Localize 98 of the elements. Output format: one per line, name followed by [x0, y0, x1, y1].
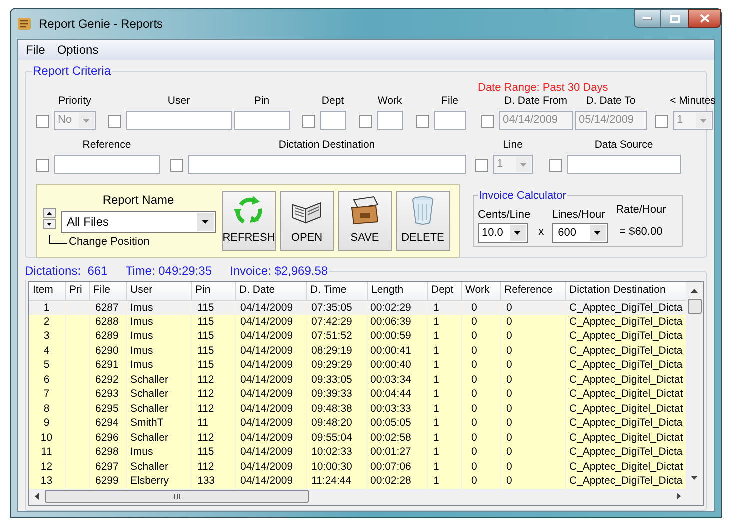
horizontal-scrollbar[interactable] [29, 488, 703, 504]
field-label: Reference [82, 138, 132, 153]
lines-per-hour-dropdown[interactable]: 600 [552, 223, 608, 243]
app-icon [17, 16, 33, 32]
table-row[interactable]: 1 6287 Imus 115 04/14/2009 07:35:05 00:02:29 1 0 0 C_Apptec_DigiTel_Dicta [29, 300, 686, 314]
group-title: Report Criteria [32, 63, 112, 80]
summary-text: Time: 049:29:35 [126, 263, 212, 280]
table-row[interactable]: 13 6299 Elsberry 133 04/14/2009 11:24:44 00:02:28 1 0 0 C_Apptec_DigiTel_Dicta [29, 474, 686, 488]
down-arrow-icon [691, 476, 698, 480]
checkbox[interactable] [36, 158, 49, 172]
checkbox[interactable] [170, 158, 183, 172]
save-button[interactable]: SAVE [338, 190, 392, 250]
table-row[interactable]: 3 6289 Imus 115 04/14/2009 07:51:52 00:00:59 1 0 0 C_Apptec_DigiTel_Dicta [29, 329, 686, 344]
minimize-button[interactable] [634, 9, 661, 28]
close-button[interactable] [688, 9, 721, 28]
maximize-button[interactable] [661, 9, 688, 28]
grip-icon [174, 494, 180, 499]
field-label: Pin [254, 94, 270, 109]
summary-text: Invoice: $2,969.58 [230, 263, 328, 280]
column-header[interactable]: Pri [65, 282, 89, 300]
dept-field[interactable] [320, 110, 346, 130]
close-icon [700, 14, 710, 23]
summary-text: Dictations: 661 [25, 263, 108, 280]
field-label: Priority [58, 94, 92, 109]
table-row[interactable]: 2 6288 Imus 115 04/14/2009 07:42:29 00:06:39 1 0 0 C_Apptec_DigiTel_Dicta [29, 314, 686, 329]
date-range-label: Date Range: Past 30 Days [478, 81, 608, 94]
menu-item[interactable]: File [21, 41, 50, 59]
column-header[interactable]: Pin [191, 282, 235, 300]
maximize-icon [670, 14, 680, 22]
group-title: Invoice Calculator [478, 188, 568, 204]
lines-per-hour-label: Lines/Hour [552, 208, 606, 222]
window-title: Report Genie - Reports [39, 16, 164, 33]
field-label: Line [503, 138, 523, 153]
up-arrow-icon [47, 212, 52, 215]
column-header[interactable]: File [89, 282, 126, 300]
cents-per-line-label: Cents/Line [478, 208, 531, 222]
field-label: Data Source [594, 138, 654, 153]
data-source-field[interactable] [567, 154, 681, 174]
checkbox[interactable] [416, 114, 429, 128]
rate-per-hour-label: Rate/Hour [616, 203, 666, 218]
table-row[interactable]: 4 6290 Imus 115 04/14/2009 08:29:19 00:00:41 1 0 0 C_Apptec_DigiTel_Dicta [29, 344, 686, 358]
table-row[interactable]: 8 6295 Schaller 112 04/14/2009 09:48:38 00:03:33 1 0 0 C_Apptec_Digitel_Dictat [29, 402, 686, 416]
field-label: File [442, 94, 458, 109]
pin-field[interactable] [234, 110, 290, 130]
up-arrow-icon [691, 289, 698, 293]
vertical-scrollbar[interactable] [686, 282, 703, 488]
column-header[interactable]: Dept [427, 282, 461, 300]
field-label: Dictation Destination [278, 138, 376, 153]
column-header[interactable]: Reference [500, 282, 565, 300]
table-row[interactable]: 12 6297 Schaller 112 04/14/2009 10:00:30 00:07:06 1 0 0 C_Apptec_Digitel_Dictat [29, 460, 686, 474]
table-row[interactable]: 5 6291 Imus 115 04/14/2009 09:29:29 00:00:40 1 0 0 C_Apptec_DigiTel_Dicta [29, 358, 686, 372]
left-arrow-icon [35, 493, 39, 500]
right-arrow-icon [677, 493, 681, 500]
reference-field[interactable] [54, 154, 160, 174]
cents-per-line-dropdown[interactable]: 10.0 [478, 223, 528, 243]
checkbox[interactable] [549, 158, 562, 172]
move-down-button[interactable] [43, 219, 56, 230]
field-label: D. Date To [586, 94, 636, 109]
checkbox[interactable] [359, 114, 372, 128]
trash-can-icon [411, 196, 435, 226]
down-arrow-icon [47, 222, 52, 226]
delete-button[interactable]: DELETE [396, 190, 450, 250]
connector-line [49, 234, 67, 244]
table-row[interactable]: 10 6296 Schaller 112 04/14/2009 09:55:04 00:02:58 1 0 0 C_Apptec_Digitel_Dictat [29, 430, 686, 445]
checkbox[interactable] [302, 114, 315, 128]
rate-per-hour-value: = $60.00 [620, 224, 663, 240]
column-header[interactable]: Length [367, 282, 427, 300]
open-button[interactable]: OPEN [280, 190, 334, 250]
change-position-label: Change Position [69, 234, 150, 250]
table-row[interactable]: 7 6293 Schaller 112 04/14/2009 09:39:33 00:04:44 1 0 0 C_Apptec_Digitel_Dictat [29, 387, 686, 402]
refresh-button[interactable]: REFRESH [222, 190, 276, 250]
minimize-icon [643, 17, 652, 20]
scroll-thumb[interactable] [45, 490, 309, 503]
field-label: Dept [322, 94, 344, 109]
table-row[interactable]: 6 6292 Schaller 112 04/14/2009 09:33:05 00:03:34 1 0 0 C_Apptec_Digitel_Dictat [29, 372, 686, 387]
table-row[interactable]: 11 6298 Imus 115 04/14/2009 10:02:33 00:01:27 1 0 0 C_Apptec_DigiTel_Dicta [29, 445, 686, 460]
column-header[interactable]: Dictation Destination [565, 282, 686, 300]
file-field[interactable] [434, 110, 466, 130]
column-header[interactable]: D. Time [306, 282, 367, 300]
report-name-dropdown[interactable]: All Files [61, 210, 216, 233]
work-field[interactable] [377, 110, 403, 130]
field-label: User [168, 94, 190, 109]
scroll-thumb[interactable] [688, 299, 702, 314]
field-label: Work [378, 94, 402, 109]
column-header[interactable]: D. Date [235, 282, 306, 300]
menu-item[interactable]: Options [52, 41, 104, 59]
column-header[interactable]: Item [29, 282, 65, 300]
column-header[interactable]: User [126, 282, 191, 300]
field-label: < Minutes [670, 94, 716, 109]
user-field[interactable] [126, 110, 232, 130]
column-header[interactable]: Work [461, 282, 500, 300]
move-up-button[interactable] [43, 208, 56, 218]
checkbox[interactable] [108, 114, 121, 128]
table-row[interactable]: 9 6294 SmithT 11 04/14/2009 09:48:20 00:05:05 1 0 0 C_Apptec_DigiTel_Dicta [29, 416, 686, 430]
multiply-sign: x [538, 224, 544, 240]
destination-field[interactable] [188, 154, 466, 174]
field-label: D. Date From [504, 94, 568, 109]
report-name-label: Report Name [102, 192, 174, 209]
